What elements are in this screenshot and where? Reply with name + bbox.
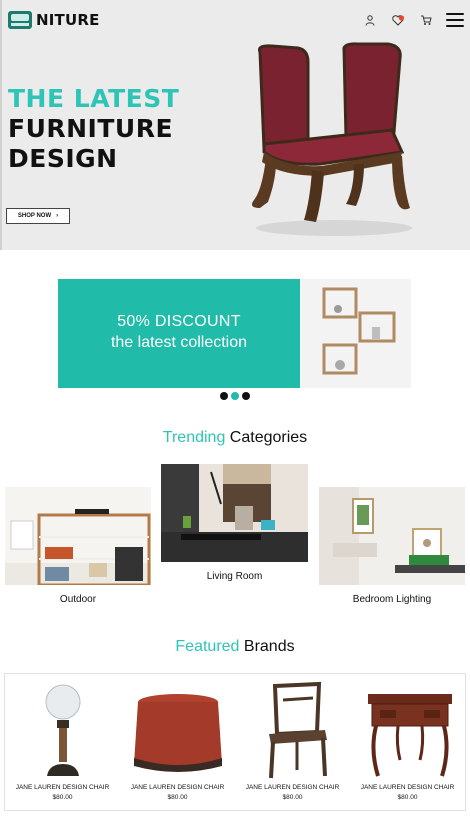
discount-subtitle: the latest collection [110, 334, 248, 351]
shop-now-button[interactable]: SHOP NOW › [6, 208, 70, 224]
product-price: $80.00 [52, 794, 73, 801]
featured-brands-heading: Featured Brands [0, 638, 470, 656]
product-card[interactable]: JANE LAUREN DESIGN CHAIR $80.00 [5, 674, 120, 810]
product-name: JANE LAUREN DESIGN CHAIR [15, 784, 110, 791]
menu-icon[interactable] [446, 13, 464, 27]
product-price: $80.00 [397, 794, 418, 801]
shop-now-label: SHOP NOW [17, 213, 52, 219]
hero-chair-image [252, 42, 412, 236]
product-name: JANE LAUREN DESIGN CHAIR [130, 784, 225, 791]
category-label-living-room: Living Room [206, 571, 263, 582]
category-living-room[interactable]: Living Room [161, 464, 308, 586]
featured-products-row: JANE LAUREN DESIGN CHAIR $80.00 JANE LAU… [4, 673, 466, 811]
carousel-dots [220, 392, 250, 400]
hero-section: NITURE THE LATEST FURNITURE DESIGN SHOP … [0, 0, 470, 250]
header-actions [362, 12, 464, 28]
wooden-chair-image [269, 681, 327, 779]
discount-banner[interactable]: 50% DISCOUNT the latest collection [58, 279, 411, 388]
product-name: JANE LAUREN DESIGN CHAIR [245, 784, 340, 791]
product-card[interactable]: JANE LAUREN DESIGN CHAIR $80.00 [350, 674, 465, 810]
carousel-dot-1[interactable] [220, 392, 228, 400]
heart-icon[interactable] [390, 12, 406, 28]
product-price: $80.00 [282, 794, 303, 801]
logo[interactable]: NITURE [8, 11, 100, 29]
round-table-image [134, 694, 222, 772]
featured-heading-rest: Brands [239, 638, 295, 655]
site-header: NITURE [2, 0, 470, 42]
hero-heading-accent: THE LATEST [8, 84, 180, 113]
outdoor-category-image [5, 487, 151, 587]
category-label-bedroom-lighting: Bedroom Lighting [352, 594, 432, 605]
wall-shelf-image [300, 279, 411, 388]
discount-title: 50% DISCOUNT [117, 313, 241, 330]
brand-name: NITURE [36, 11, 100, 29]
category-bedroom-lighting[interactable]: Bedroom Lighting [319, 487, 465, 607]
featured-heading-accent: Featured [175, 638, 240, 655]
hero-heading-line2: FURNITURE [8, 114, 174, 143]
trending-categories-heading: Trending Categories [0, 429, 470, 447]
writing-desk-image [368, 694, 452, 777]
product-price: $80.00 [167, 794, 188, 801]
living-room-category-image [161, 464, 308, 562]
trending-heading-accent: Trending [162, 429, 226, 446]
product-card[interactable]: JANE LAUREN DESIGN CHAIR $80.00 [235, 674, 350, 810]
cart-icon[interactable] [418, 12, 434, 28]
crystal-ball-stand-image [45, 684, 81, 776]
bed-logo-icon [8, 11, 32, 29]
hero-heading-line3: DESIGN [8, 144, 118, 173]
carousel-dot-3[interactable] [242, 392, 250, 400]
product-name: JANE LAUREN DESIGN CHAIR [360, 784, 455, 791]
discount-panel: 50% DISCOUNT the latest collection [58, 279, 300, 388]
user-icon[interactable] [362, 12, 378, 28]
category-label-outdoor: Outdoor [59, 594, 97, 605]
category-outdoor[interactable]: Outdoor [5, 487, 151, 607]
bedroom-lighting-category-image [319, 487, 465, 585]
product-card[interactable]: JANE LAUREN DESIGN CHAIR $80.00 [120, 674, 235, 810]
carousel-dot-2[interactable] [231, 392, 239, 400]
trending-heading-rest: Categories [225, 429, 308, 446]
arrow-right-icon: › [56, 213, 59, 219]
